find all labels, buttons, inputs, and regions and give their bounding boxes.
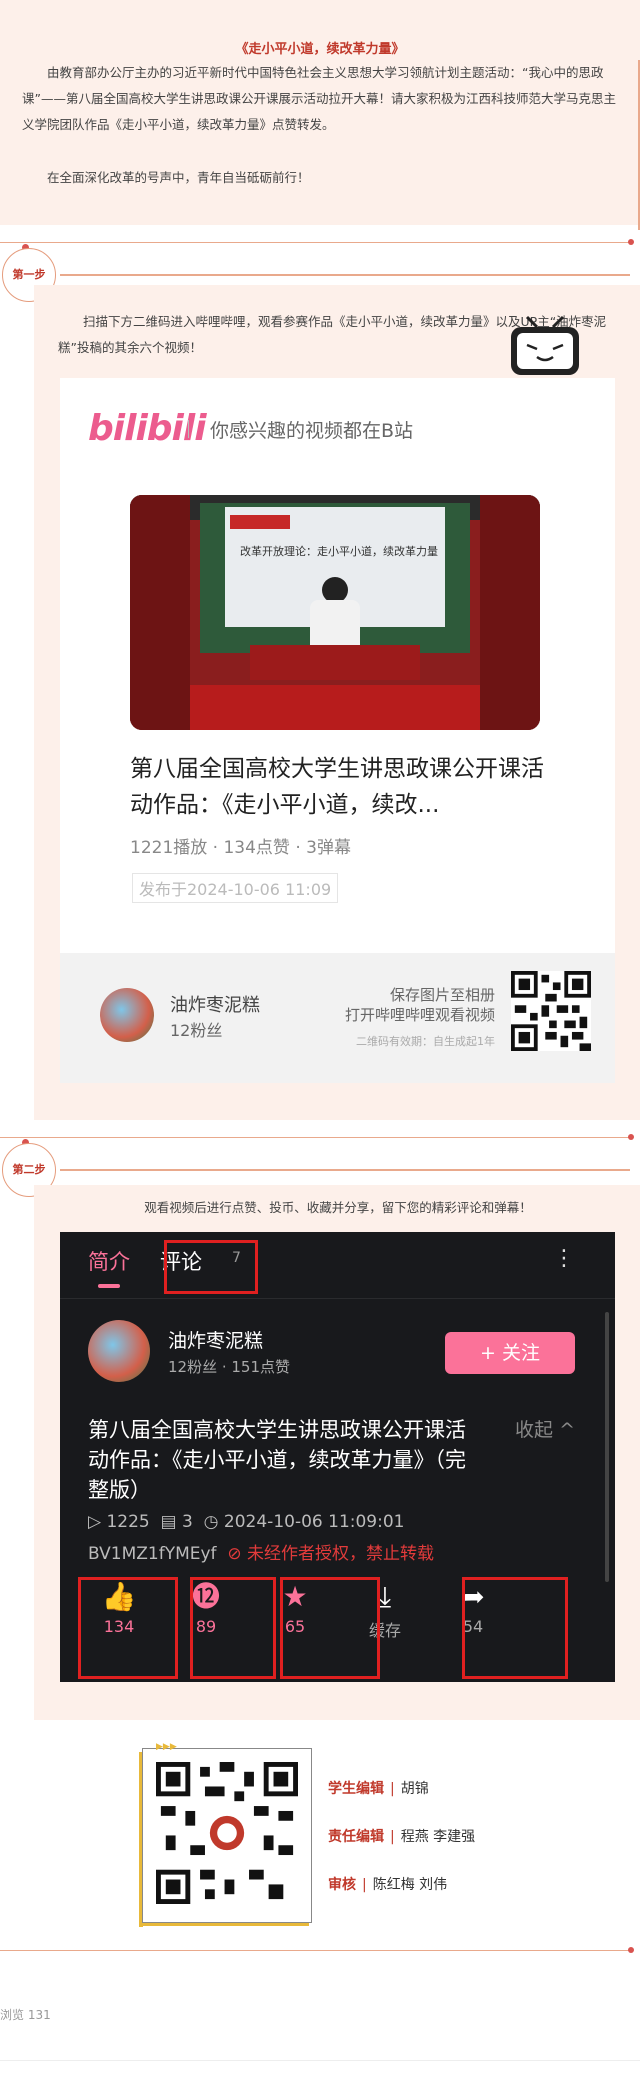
highlight-box bbox=[190, 1577, 276, 1679]
video-title[interactable]: 第八届全国高校大学生讲思政课公开课活动作品：《走小平小道，续改... bbox=[130, 751, 550, 823]
duty-editor-line: 责任编辑 | 程燕 李建强 bbox=[328, 1829, 476, 1845]
wechat-qr-code-icon[interactable] bbox=[156, 1762, 298, 1904]
staff-name: 胡锦 bbox=[400, 1781, 429, 1797]
divider-dot bbox=[628, 1947, 634, 1953]
divider bbox=[188, 420, 189, 438]
divider bbox=[60, 1298, 615, 1299]
credits-qr: ▶▶▶ bbox=[139, 1742, 312, 1927]
staff-name: 程燕 李建强 bbox=[400, 1829, 476, 1845]
staff-name: 陈红梅 刘伟 bbox=[372, 1877, 448, 1893]
video-id-line: BV1MZ1fYMEyf ⊘ 未经作者授权，禁止转载 bbox=[88, 1539, 434, 1564]
play-count: 1225 bbox=[106, 1512, 150, 1532]
divider-dot bbox=[628, 239, 634, 245]
uploader-name[interactable]: 油炸枣泥糕 bbox=[168, 1326, 263, 1353]
intro-paragraph: 由教育部办公厅主办的习近平新时代中国特色社会主义思想大学习领航计划主题活动：“我… bbox=[22, 65, 616, 132]
intro-title: 《走小平小道，续改革力量》 bbox=[235, 42, 405, 57]
highlight-box bbox=[164, 1240, 258, 1294]
video-meta: ▷ 1225 ▤ 3 ◷ 2024-10-06 11:09:01 bbox=[88, 1512, 404, 1532]
bvid: BV1MZ1fYMEyf bbox=[88, 1544, 217, 1564]
highlight-box bbox=[280, 1577, 380, 1679]
publish-time: 2024-10-06 11:09:01 bbox=[223, 1512, 405, 1532]
divider bbox=[60, 1169, 630, 1171]
open-hint-line: 打开哔哩哔哩观看视频 bbox=[344, 1006, 495, 1024]
role-label: 责任编辑 bbox=[328, 1829, 384, 1845]
danmaku-icon: ▤ bbox=[155, 1512, 177, 1532]
collapse-button[interactable]: 收起 ^ bbox=[515, 1415, 575, 1442]
tab-indicator bbox=[98, 1284, 120, 1288]
divider bbox=[0, 242, 630, 243]
share-card-footer: 油炸枣泥糕 12粉丝 保存图片至相册 打开哔哩哔哩观看视频 二维码有效期：自生成… bbox=[60, 953, 615, 1083]
bilibili-app-screenshot: 简介 评论 7 ⋮ 油炸枣泥糕 12粉丝 · 151点赞 + 关注 第八届全国高… bbox=[60, 1232, 615, 1682]
uploader-stats: 12粉丝 · 151点赞 bbox=[168, 1358, 291, 1376]
save-hint-line: 保存图片至相册 bbox=[389, 986, 495, 1004]
divider-dot bbox=[628, 1134, 634, 1140]
intro-slogan: 在全面深化改革的号声中，青年自当砥砺前行！ bbox=[47, 170, 310, 185]
no-repost-notice: 未经作者授权，禁止转载 bbox=[247, 1544, 435, 1564]
avatar[interactable] bbox=[88, 1320, 150, 1382]
bilibili-tv-mascot-icon bbox=[511, 315, 579, 375]
follow-button[interactable]: + 关注 bbox=[445, 1332, 575, 1374]
qr-code-icon[interactable] bbox=[511, 971, 591, 1051]
uploader-fans: 12粉丝 bbox=[170, 1021, 223, 1040]
divider bbox=[60, 274, 630, 276]
bilibili-slogan: 你感兴趣的视频都在B站 bbox=[210, 420, 414, 442]
divider bbox=[0, 1137, 630, 1138]
view-count: 浏览 131 bbox=[0, 2008, 51, 2022]
video-thumbnail[interactable]: 改革开放理论：走小平小道，续改革力量 bbox=[130, 495, 540, 730]
role-label: 审核 bbox=[328, 1877, 356, 1893]
highlight-box bbox=[78, 1577, 178, 1679]
student-editor-line: 学生编辑 | 胡锦 bbox=[328, 1781, 429, 1797]
intro-section: 《走小平小道，续改革力量》 由教育部办公厅主办的习近平新时代中国特色社会主义思想… bbox=[0, 0, 640, 230]
uploader-name: 油炸枣泥糕 bbox=[170, 995, 260, 1016]
play-icon: ▷ bbox=[88, 1512, 102, 1532]
video-stats: 1221播放 · 134点赞 · 3弹幕 bbox=[130, 838, 351, 858]
more-options-icon[interactable]: ⋮ bbox=[553, 1246, 575, 1271]
classroom-scene: 改革开放理论：走小平小道，续改革力量 bbox=[130, 495, 540, 730]
video-title: 第八届全国高校大学生讲思政课公开课活动作品：《走小平小道，续改革力量》（完整版） bbox=[88, 1418, 466, 1502]
highlight-box bbox=[462, 1577, 568, 1679]
divider bbox=[0, 2060, 640, 2061]
danmaku-count: 3 bbox=[182, 1512, 193, 1532]
no-repost-icon: ⊘ bbox=[221, 1544, 242, 1564]
role-label: 学生编辑 bbox=[328, 1781, 384, 1797]
publish-date: 发布于2024-10-06 11:09 bbox=[132, 873, 339, 903]
qr-validity: 二维码有效期：自生成起1年 bbox=[356, 1035, 495, 1048]
divider bbox=[0, 1950, 630, 1951]
thumb-caption: 改革开放理论：走小平小道，续改革力量 bbox=[240, 544, 438, 558]
triangle-icon: ▶▶▶ bbox=[156, 1742, 177, 1752]
clock-icon: ◷ bbox=[198, 1512, 219, 1532]
step2-instruction: 观看视频后进行点赞、投币、收藏并分享，留下您的精彩评论和弹幕！ bbox=[144, 1200, 532, 1215]
avatar bbox=[100, 988, 154, 1042]
review-line: 审核 | 陈红梅 刘伟 bbox=[328, 1877, 448, 1893]
scrollbar[interactable] bbox=[605, 1312, 609, 1582]
bilibili-share-card: bilibili 你感兴趣的视频都在B站 改革开放理论：走小平小道，续改革力量 … bbox=[60, 315, 615, 1083]
save-hint: 保存图片至相册 打开哔哩哔哩观看视频 bbox=[345, 985, 495, 1025]
tab-intro[interactable]: 简介 bbox=[88, 1246, 130, 1276]
